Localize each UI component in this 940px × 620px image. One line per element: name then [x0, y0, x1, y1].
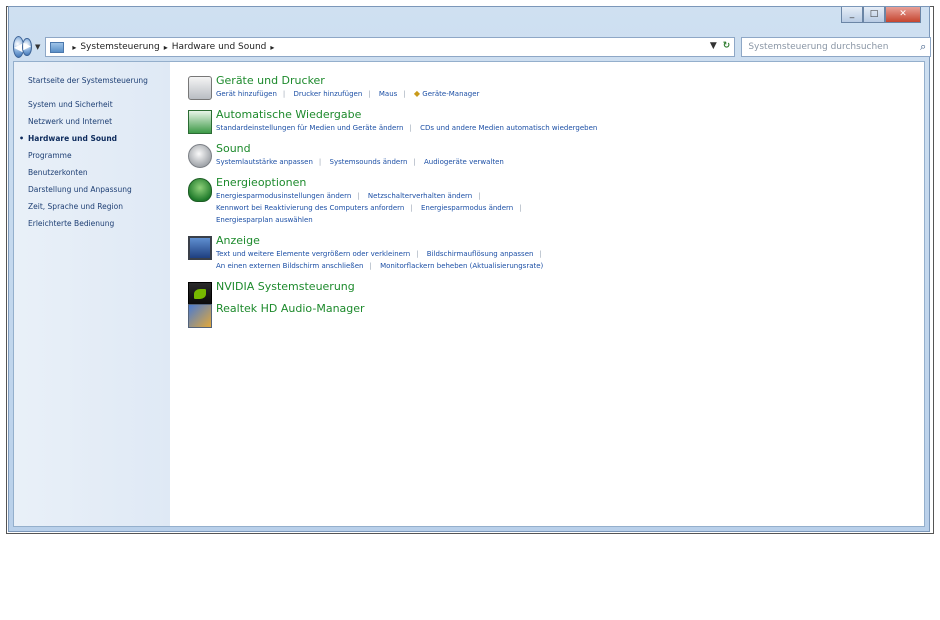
sidebar-item-erleichterte-bedienung[interactable]: Erleichterte Bedienung	[28, 215, 170, 232]
link-row: Kennwort bei Reaktivierung des Computers…	[216, 202, 924, 214]
category-links: Energiesparmodusinstellungen ändern | Net…	[216, 190, 924, 226]
link-divider: |	[478, 192, 481, 200]
category-sound: Sound Systemlautstärke anpassen | Systems…	[180, 142, 924, 168]
empty-lower-area	[6, 533, 934, 615]
link-audiogeraete-verwalten[interactable]: Audiogeräte verwalten	[424, 158, 504, 166]
sidebar-item-benutzerkonten[interactable]: Benutzerkonten	[28, 164, 170, 181]
link-externen-bildschirm-anschliessen[interactable]: An einen externen Bildschirm anschließen	[216, 262, 363, 270]
category-title[interactable]: NVIDIA Systemsteuerung	[216, 280, 924, 294]
category-title[interactable]: Automatische Wiedergabe	[216, 108, 924, 122]
link-text-vergroessern[interactable]: Text und weitere Elemente vergrößern ode…	[216, 250, 410, 258]
sidebar: Startseite der Systemsteuerung System un…	[14, 62, 170, 526]
link-standardeinstellungen-medien[interactable]: Standardeinstellungen für Medien und Ger…	[216, 124, 404, 132]
link-energiesparplan-auswaehlen[interactable]: Energiesparplan auswählen	[216, 216, 313, 224]
address-bar[interactable]: ▸ Systemsteuerung ▸ Hardware und Sound ▸…	[45, 37, 736, 57]
link-row: Energiesparmodusinstellungen ändern | Net…	[216, 190, 924, 202]
category-realtek-hd-audio-manager: Realtek HD Audio-Manager	[180, 302, 924, 328]
link-row: Text und weitere Elemente vergrößern ode…	[216, 248, 924, 260]
sidebar-item-system-und-sicherheit[interactable]: System und Sicherheit	[28, 96, 170, 113]
link-systemlautstaerke-anpassen[interactable]: Systemlautstärke anpassen	[216, 158, 313, 166]
recent-pages-chevron-down-icon[interactable]: ▼	[35, 43, 40, 51]
category-energieoptionen: Energieoptionen Energiesparmodusinstellu…	[180, 176, 924, 226]
category-geraete-und-drucker: Geräte und Drucker Gerät hinzufügen | Dru…	[180, 74, 924, 100]
search-input[interactable]: Systemsteuerung durchsuchen ⌕	[741, 37, 932, 57]
category-automatische-wiedergabe: Automatische Wiedergabe Standardeinstell…	[180, 108, 924, 134]
link-divider: |	[413, 158, 416, 166]
close-button[interactable]: ✕	[885, 7, 921, 23]
link-maus[interactable]: Maus	[379, 90, 397, 98]
category-title[interactable]: Anzeige	[216, 234, 924, 248]
link-divider: |	[368, 90, 371, 98]
sidebar-item-darstellung-und-anpassung[interactable]: Darstellung und Anpassung	[28, 181, 170, 198]
breadcrumb-separator-icon[interactable]: ▸	[270, 43, 274, 52]
printer-icon[interactable]	[188, 76, 212, 100]
address-dropdown-chevron-down-icon[interactable]: ▼	[710, 41, 717, 51]
category-title[interactable]: Realtek HD Audio-Manager	[216, 302, 924, 316]
minimize-button[interactable]: _	[841, 7, 863, 23]
admin-shield-icon: ◆	[413, 89, 421, 98]
link-systemsounds-aendern[interactable]: Systemsounds ändern	[330, 158, 408, 166]
link-drucker-hinzufuegen[interactable]: Drucker hinzufügen	[293, 90, 362, 98]
control-panel-window: _ □ ✕ ◀ ▶ ▼ ▸ Systemsteuerung ▸ Hardware…	[8, 6, 932, 532]
category-links: Gerät hinzufügen | Drucker hinzufügen | Ma…	[216, 88, 924, 100]
link-kennwort-bei-reaktivierung[interactable]: Kennwort bei Reaktivierung des Computers…	[216, 204, 404, 212]
sidebar-item-startseite[interactable]: Startseite der Systemsteuerung	[28, 72, 170, 89]
link-divider: |	[416, 250, 419, 258]
link-divider: |	[519, 204, 522, 212]
monitor-icon[interactable]	[188, 236, 212, 260]
link-energiesparmodus-aendern[interactable]: Energiesparmodus ändern	[421, 204, 513, 212]
link-divider: |	[318, 158, 322, 166]
sidebar-item-label: Hardware und Sound	[28, 134, 118, 143]
category-title[interactable]: Energieoptionen	[216, 176, 924, 190]
category-anzeige: Anzeige Text und weitere Elemente vergrö…	[180, 234, 924, 272]
link-row: An einen externen Bildschirm anschließen…	[216, 260, 924, 272]
breadcrumb-separator-icon[interactable]: ▸	[72, 43, 76, 52]
sidebar-item-programme[interactable]: Programme	[28, 147, 170, 164]
category-links: Systemlautstärke anpassen | Systemsounds …	[216, 156, 924, 168]
link-divider: |	[403, 90, 406, 98]
link-energiesparmodusinstellungen-aendern[interactable]: Energiesparmodusinstellungen ändern	[216, 192, 351, 200]
sidebar-item-zeit-sprache-region[interactable]: Zeit, Sprache und Region	[28, 198, 170, 215]
active-bullet-icon: •	[19, 134, 25, 143]
link-row: Energiesparplan auswählen	[216, 214, 924, 226]
link-divider: |	[282, 90, 286, 98]
breadcrumb-hardware-und-sound[interactable]: Hardware und Sound	[172, 42, 267, 52]
address-controls: ▼ ↻	[710, 41, 730, 51]
title-bar: _ □ ✕	[9, 7, 929, 35]
navigation-bar: ◀ ▶ ▼ ▸ Systemsteuerung ▸ Hardware und S…	[13, 35, 932, 59]
category-title[interactable]: Sound	[216, 142, 924, 156]
sidebar-item-hardware-und-sound[interactable]: • Hardware und Sound	[19, 130, 170, 147]
search-placeholder: Systemsteuerung durchsuchen	[748, 42, 889, 52]
breadcrumb-separator-icon[interactable]: ▸	[164, 43, 168, 52]
link-divider: |	[409, 124, 412, 132]
client-area: Startseite der Systemsteuerung System un…	[13, 61, 925, 527]
sidebar-item-netzwerk-und-internet[interactable]: Netzwerk und Internet	[28, 113, 170, 130]
link-netzschalterverhalten-aendern[interactable]: Netzschalterverhalten ändern	[368, 192, 472, 200]
control-panel-icon	[50, 41, 65, 53]
link-cds-automatisch-wiedergeben[interactable]: CDs und andere Medien automatisch wieder…	[420, 124, 597, 132]
link-geraet-hinzufuegen[interactable]: Gerät hinzufügen	[216, 90, 277, 98]
refresh-icon[interactable]: ↻	[723, 41, 731, 51]
link-divider: |	[410, 204, 413, 212]
link-bildschirmaufloesung-anpassen[interactable]: Bildschirmauflösung anpassen	[427, 250, 534, 258]
search-icon[interactable]: ⌕	[920, 40, 926, 54]
category-title[interactable]: Geräte und Drucker	[216, 74, 924, 88]
forward-arrow-icon[interactable]: ▶	[22, 38, 32, 56]
link-divider: |	[539, 250, 542, 258]
breadcrumb-systemsteuerung[interactable]: Systemsteuerung	[80, 42, 159, 52]
category-list: Geräte und Drucker Gerät hinzufügen | Dru…	[180, 74, 924, 526]
category-links: Standardeinstellungen für Medien und Ger…	[216, 122, 924, 134]
category-nvidia-systemsteuerung: NVIDIA Systemsteuerung	[180, 280, 924, 306]
realtek-icon[interactable]	[188, 304, 212, 328]
category-links: Text und weitere Elemente vergrößern ode…	[216, 248, 924, 272]
speaker-icon[interactable]	[188, 144, 212, 168]
maximize-button[interactable]: □	[863, 7, 885, 23]
link-geraete-manager[interactable]: Geräte-Manager	[422, 90, 479, 98]
link-divider: |	[369, 262, 372, 270]
link-monitorflackern-beheben[interactable]: Monitorflackern beheben (Aktualisierungs…	[380, 262, 543, 270]
autoplay-icon[interactable]	[188, 110, 212, 134]
link-divider: |	[357, 192, 360, 200]
caption-buttons: _ □ ✕	[841, 7, 921, 23]
battery-icon[interactable]	[188, 178, 212, 202]
